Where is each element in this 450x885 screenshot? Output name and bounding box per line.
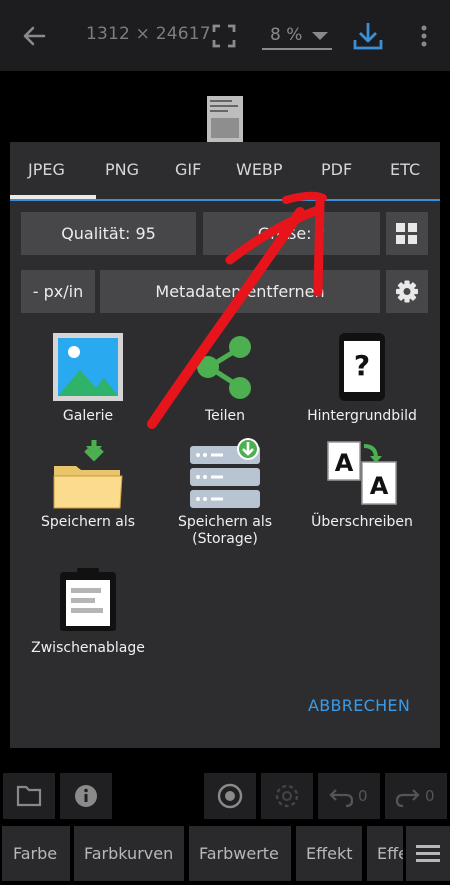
download-icon[interactable] xyxy=(352,20,384,52)
action-wallpaper[interactable]: ? Hintergrundbild xyxy=(297,332,427,425)
svg-text:A: A xyxy=(335,449,354,477)
svg-text:?: ? xyxy=(354,349,370,382)
zoom-value: 8 % xyxy=(270,25,303,45)
action-save-as-storage[interactable]: Speichern als (Storage) xyxy=(160,438,290,548)
menu-tab-label: Effe xyxy=(377,844,403,863)
menu-tab-label: Farbe xyxy=(13,844,58,863)
action-save-as-storage-label: Speichern als (Storage) xyxy=(177,514,273,547)
menu-tab-farbkurven[interactable]: Farbkurven xyxy=(74,826,184,881)
ppi-button[interactable]: - px/in xyxy=(21,270,95,313)
action-wallpaper-label: Hintergrundbild xyxy=(307,408,417,424)
fullscreen-icon[interactable] xyxy=(212,24,236,48)
format-tabs: JPEG PNG GIF WEBP PDF ETC xyxy=(10,142,440,201)
action-share[interactable]: Teilen xyxy=(160,332,290,425)
target-button[interactable] xyxy=(204,773,256,819)
menu-tab-label: Farbwerte xyxy=(199,844,279,863)
tab-png[interactable]: PNG xyxy=(105,160,139,179)
clipboard-icon xyxy=(60,568,116,631)
toolbar: 0 0 xyxy=(0,773,450,821)
action-gallery-label: Galerie xyxy=(62,408,114,424)
grid-button[interactable] xyxy=(386,212,428,255)
share-icon xyxy=(197,336,251,399)
info-icon xyxy=(75,785,97,807)
action-overwrite[interactable]: A A Überschreiben xyxy=(297,438,427,531)
gear-icon xyxy=(396,280,418,303)
menu-tab-label: Effekt xyxy=(306,844,353,863)
action-clipboard-label: Zwischenablage xyxy=(31,640,145,656)
action-overwrite-label: Überschreiben xyxy=(311,514,413,530)
redo-button[interactable]: 0 xyxy=(385,773,447,819)
action-save-as[interactable]: Speichern als xyxy=(23,438,153,531)
menu-tab-farbe[interactable]: Farbe xyxy=(2,826,70,881)
remove-metadata-label: Metadaten entfernen xyxy=(155,282,325,301)
menu-tab-effekt-2[interactable]: Effe xyxy=(367,826,403,881)
tab-webp[interactable]: WEBP xyxy=(236,160,283,179)
action-save-as-label: Speichern als xyxy=(40,514,136,530)
gallery-icon xyxy=(53,333,123,401)
back-arrow-icon[interactable] xyxy=(18,20,50,52)
cancel-button[interactable]: ABBRECHEN xyxy=(308,696,410,715)
menu-tab-label: Farbkurven xyxy=(84,844,174,863)
ppi-label: - px/in xyxy=(32,282,84,301)
spinner-button[interactable] xyxy=(261,773,313,819)
undo-icon xyxy=(329,789,354,808)
tab-jpeg[interactable]: JPEG xyxy=(28,160,65,179)
menu-tab-effekt[interactable]: Effekt xyxy=(296,826,362,881)
menu-icon xyxy=(416,845,440,862)
tab-pdf[interactable]: PDF xyxy=(321,160,352,179)
save-dialog: JPEG PNG GIF WEBP PDF ETC Qualität: 95 G… xyxy=(10,142,440,748)
bottom-menu: Farbe Farbkurven Farbwerte Effekt Effe xyxy=(0,823,450,885)
settings-button[interactable] xyxy=(386,270,428,313)
menu-tab-farbwerte[interactable]: Farbwerte xyxy=(189,826,291,881)
quality-button[interactable]: Qualität: 95 xyxy=(21,212,196,255)
size-button[interactable]: Größe: ? xyxy=(203,212,380,255)
redo-icon xyxy=(395,789,420,808)
tabs-divider xyxy=(10,199,440,201)
folder-icon xyxy=(16,785,42,807)
undo-button[interactable]: 0 xyxy=(318,773,380,819)
remove-metadata-button[interactable]: Metadaten entfernen xyxy=(100,270,380,313)
zoom-select[interactable]: 8 % xyxy=(262,20,332,50)
info-button[interactable] xyxy=(60,773,112,819)
quality-label: Qualität: 95 xyxy=(61,224,156,243)
hamburger-menu-button[interactable] xyxy=(406,826,450,881)
wallpaper-phone-icon: ? xyxy=(339,333,385,401)
folder-download-icon xyxy=(53,440,123,509)
more-vert-icon[interactable] xyxy=(414,24,434,48)
open-folder-button[interactable] xyxy=(3,773,55,819)
image-dimensions: 1312 × 24617 xyxy=(86,24,211,44)
action-clipboard[interactable]: Zwischenablage xyxy=(23,566,153,657)
top-app-bar: 1312 × 24617 8 % xyxy=(0,0,450,71)
size-label: Größe: ? xyxy=(257,224,326,243)
image-preview xyxy=(207,96,243,142)
svg-text:A: A xyxy=(370,472,389,500)
undo-count: 0 xyxy=(358,787,368,805)
storage-download-icon xyxy=(190,438,260,508)
chevron-down-icon xyxy=(312,32,328,40)
action-gallery[interactable]: Galerie xyxy=(23,332,153,425)
action-share-label: Teilen xyxy=(204,408,246,424)
grid-icon xyxy=(396,223,417,244)
overwrite-icon: A A xyxy=(327,441,397,505)
target-icon xyxy=(217,783,243,809)
tab-gif[interactable]: GIF xyxy=(175,160,201,179)
tab-etc[interactable]: ETC xyxy=(390,160,420,179)
redo-count: 0 xyxy=(425,787,435,805)
zoom-underline xyxy=(262,48,332,50)
spinner-icon xyxy=(275,784,299,808)
